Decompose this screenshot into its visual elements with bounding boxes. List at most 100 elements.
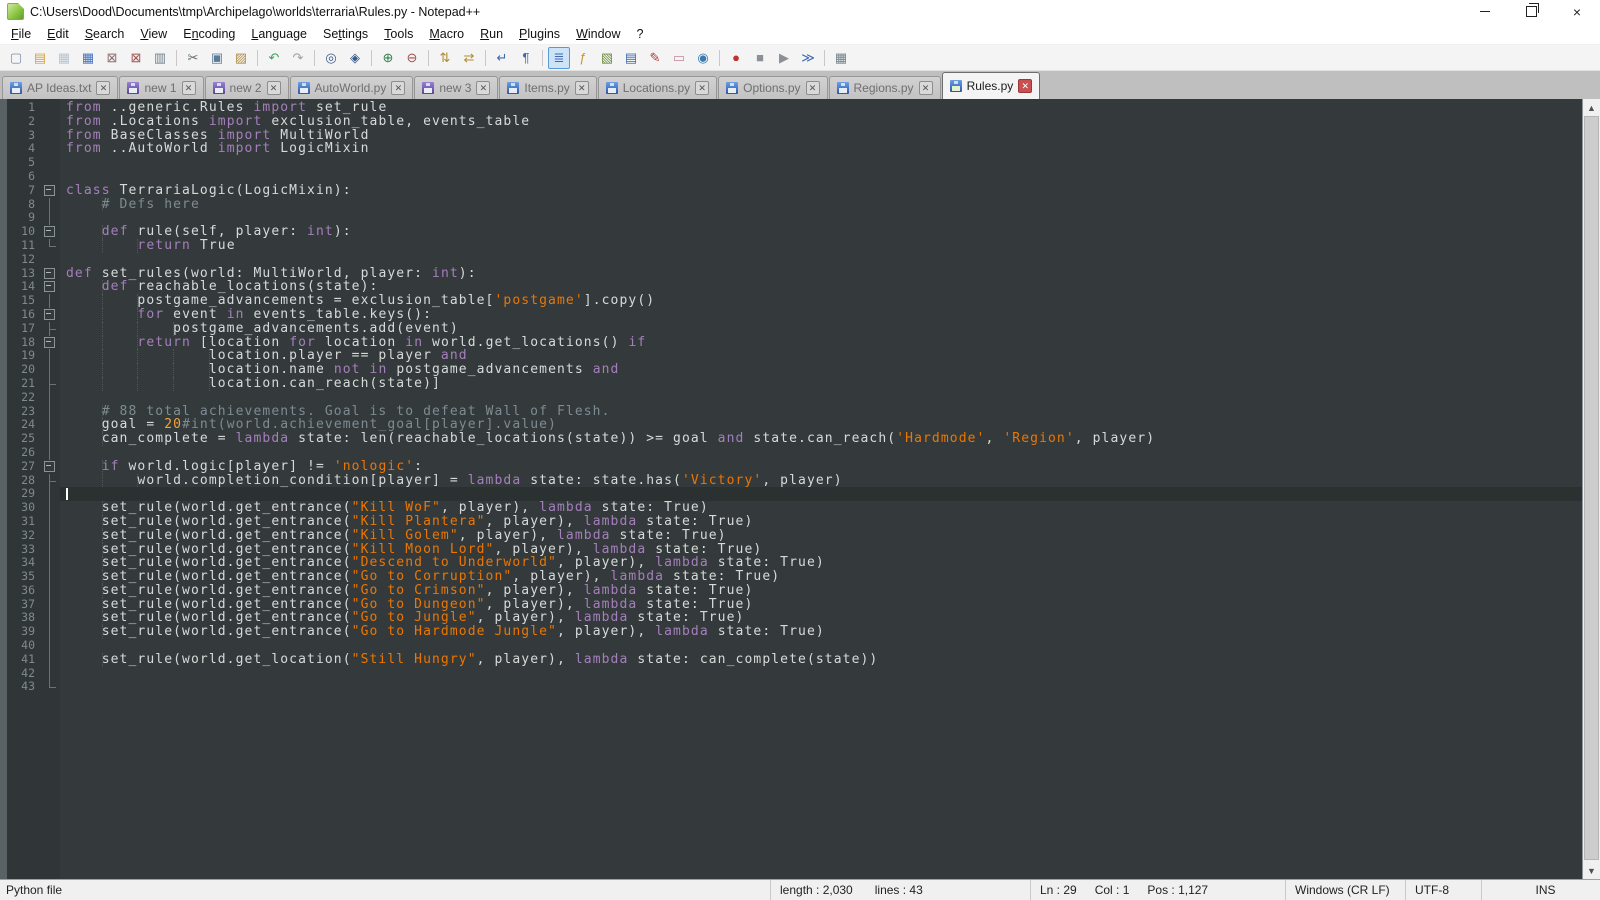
code-text[interactable] bbox=[60, 211, 1583, 225]
tab-options-py[interactable]: Options.py✕ bbox=[718, 76, 827, 99]
code-text[interactable]: set_rule(world.get_entrance("Kill Golem"… bbox=[60, 529, 1583, 543]
menu-item-settings[interactable]: Settings bbox=[315, 25, 376, 43]
menu-item-help[interactable]: ? bbox=[629, 25, 652, 43]
code-text[interactable]: set_rule(world.get_location("Still Hungr… bbox=[60, 653, 1583, 667]
fold-collapse-icon[interactable] bbox=[44, 461, 55, 472]
save-all-button[interactable]: ▦ bbox=[77, 47, 99, 69]
code-text[interactable]: set_rule(world.get_entrance("Go to Dunge… bbox=[60, 598, 1583, 612]
find-button[interactable]: ◎ bbox=[320, 47, 342, 69]
tab-autoworld-py[interactable]: AutoWorld.py✕ bbox=[290, 76, 414, 99]
redo-button[interactable]: ↷ bbox=[287, 47, 309, 69]
replace-button[interactable]: ◈ bbox=[344, 47, 366, 69]
code-text[interactable]: return [location for location in world.g… bbox=[60, 336, 1583, 350]
menu-item-edit[interactable]: Edit bbox=[39, 25, 77, 43]
undo-button[interactable]: ↶ bbox=[263, 47, 285, 69]
document-map-button[interactable]: ▧ bbox=[596, 47, 618, 69]
fold-collapse-icon[interactable] bbox=[44, 185, 55, 196]
code-text[interactable] bbox=[60, 446, 1583, 460]
fold-marker[interactable] bbox=[40, 308, 60, 322]
tab-close-icon[interactable]: ✕ bbox=[695, 81, 709, 95]
code-text[interactable] bbox=[60, 639, 1583, 653]
code-text[interactable]: from ..AutoWorld import LogicMixin bbox=[60, 142, 1583, 156]
menu-item-tools[interactable]: Tools bbox=[376, 25, 421, 43]
code-text[interactable]: can_complete = lambda state: len(reachab… bbox=[60, 432, 1583, 446]
minimize-button[interactable] bbox=[1462, 0, 1508, 23]
fold-collapse-icon[interactable] bbox=[44, 281, 55, 292]
fold-collapse-icon[interactable] bbox=[44, 268, 55, 279]
code-text[interactable] bbox=[60, 253, 1583, 267]
code-text[interactable]: set_rule(world.get_entrance("Kill WoF", … bbox=[60, 501, 1583, 515]
tab-new-1[interactable]: new 1✕ bbox=[119, 76, 203, 99]
word-wrap-button[interactable]: ↵ bbox=[491, 47, 513, 69]
code-text[interactable]: location.name not in postgame_advancemen… bbox=[60, 363, 1583, 377]
new-file-button[interactable]: ▢ bbox=[5, 47, 27, 69]
menu-item-search[interactable]: Search bbox=[77, 25, 133, 43]
code-text[interactable]: set_rule(world.get_entrance("Go to Corru… bbox=[60, 570, 1583, 584]
macro-play-button[interactable]: ▶ bbox=[773, 47, 795, 69]
code-text[interactable]: set_rule(world.get_entrance("Go to Crims… bbox=[60, 584, 1583, 598]
tab-close-icon[interactable]: ✕ bbox=[476, 81, 490, 95]
code-text[interactable] bbox=[60, 680, 1583, 694]
code-text[interactable]: # 88 total achievements. Goal is to defe… bbox=[60, 405, 1583, 419]
macro-record-button[interactable]: ● bbox=[725, 47, 747, 69]
show-all-characters-button[interactable]: ¶ bbox=[515, 47, 537, 69]
code-text[interactable]: from .Locations import exclusion_table, … bbox=[60, 115, 1583, 129]
define-language-button[interactable]: ✎ bbox=[644, 47, 666, 69]
zoom-in-button[interactable]: ⊕ bbox=[377, 47, 399, 69]
code-text[interactable] bbox=[60, 156, 1583, 170]
code-text[interactable] bbox=[60, 487, 1583, 501]
fold-marker[interactable] bbox=[40, 184, 60, 198]
close-button[interactable]: ⊠ bbox=[101, 47, 123, 69]
tab-regions-py[interactable]: Regions.py✕ bbox=[829, 76, 941, 99]
fold-collapse-icon[interactable] bbox=[44, 226, 55, 237]
tab-ap-ideas-txt[interactable]: AP Ideas.txt✕ bbox=[2, 76, 118, 99]
fold-marker[interactable] bbox=[40, 225, 60, 239]
tab-close-icon[interactable]: ✕ bbox=[806, 81, 820, 95]
fold-marker[interactable] bbox=[40, 267, 60, 281]
cut-button[interactable]: ✂ bbox=[182, 47, 204, 69]
scroll-down-arrow[interactable]: ▼ bbox=[1583, 862, 1600, 879]
editor[interactable]: 1from ..generic.Rules import set_rule2fr… bbox=[0, 99, 1600, 879]
tab-close-icon[interactable]: ✕ bbox=[391, 81, 405, 95]
tab-items-py[interactable]: Items.py✕ bbox=[499, 76, 596, 99]
fold-marker[interactable] bbox=[40, 336, 60, 350]
monitoring-eye-button[interactable]: ◉ bbox=[692, 47, 714, 69]
scroll-up-arrow[interactable]: ▲ bbox=[1583, 99, 1600, 116]
code-text[interactable]: world.completion_condition[player] = lam… bbox=[60, 474, 1583, 488]
tab-rules-py[interactable]: Rules.py✕ bbox=[942, 72, 1041, 99]
code-text[interactable]: set_rule(world.get_entrance("Kill Moon L… bbox=[60, 543, 1583, 557]
macro-run-multiple-button[interactable]: ≫ bbox=[797, 47, 819, 69]
tab-new-2[interactable]: new 2✕ bbox=[205, 76, 289, 99]
fold-marker[interactable] bbox=[40, 280, 60, 294]
code-text[interactable]: location.can_reach(state)] bbox=[60, 377, 1583, 391]
tab-locations-py[interactable]: Locations.py✕ bbox=[598, 76, 717, 99]
code-text[interactable]: goal = 20#int(world.achievement_goal[pla… bbox=[60, 418, 1583, 432]
code-text[interactable]: set_rule(world.get_entrance("Kill Plante… bbox=[60, 515, 1583, 529]
code-text[interactable]: location.player == player and bbox=[60, 349, 1583, 363]
save-button[interactable]: ▦ bbox=[53, 47, 75, 69]
code-text[interactable]: set_rule(world.get_entrance("Go to Hardm… bbox=[60, 625, 1583, 639]
menu-item-language[interactable]: Language bbox=[243, 25, 315, 43]
menu-item-file[interactable]: File bbox=[3, 25, 39, 43]
tab-close-icon[interactable]: ✕ bbox=[575, 81, 589, 95]
paste-button[interactable]: ▨ bbox=[230, 47, 252, 69]
folder-as-workspace-button[interactable]: ▭ bbox=[668, 47, 690, 69]
code-text[interactable]: # Defs here bbox=[60, 198, 1583, 212]
tab-close-icon[interactable]: ✕ bbox=[182, 81, 196, 95]
tab-close-icon[interactable]: ✕ bbox=[96, 81, 110, 95]
macro-save-button[interactable]: ▦ bbox=[830, 47, 852, 69]
code-text[interactable]: from ..generic.Rules import set_rule bbox=[60, 101, 1583, 115]
code-text[interactable]: def rule(self, player: int): bbox=[60, 225, 1583, 239]
code-text[interactable]: def reachable_locations(state): bbox=[60, 280, 1583, 294]
code-text[interactable] bbox=[60, 170, 1583, 184]
tab-close-icon[interactable]: ✕ bbox=[919, 81, 933, 95]
code-text[interactable] bbox=[60, 391, 1583, 405]
restore-button[interactable] bbox=[1508, 0, 1554, 23]
code-text[interactable]: return True bbox=[60, 239, 1583, 253]
tab-close-icon[interactable]: ✕ bbox=[1018, 79, 1032, 93]
code-text[interactable]: from BaseClasses import MultiWorld bbox=[60, 129, 1583, 143]
menu-item-run[interactable]: Run bbox=[472, 25, 511, 43]
open-file-button[interactable]: ▤ bbox=[29, 47, 51, 69]
code-text[interactable]: postgame_advancements.add(event) bbox=[60, 322, 1583, 336]
tab-close-icon[interactable]: ✕ bbox=[267, 81, 281, 95]
